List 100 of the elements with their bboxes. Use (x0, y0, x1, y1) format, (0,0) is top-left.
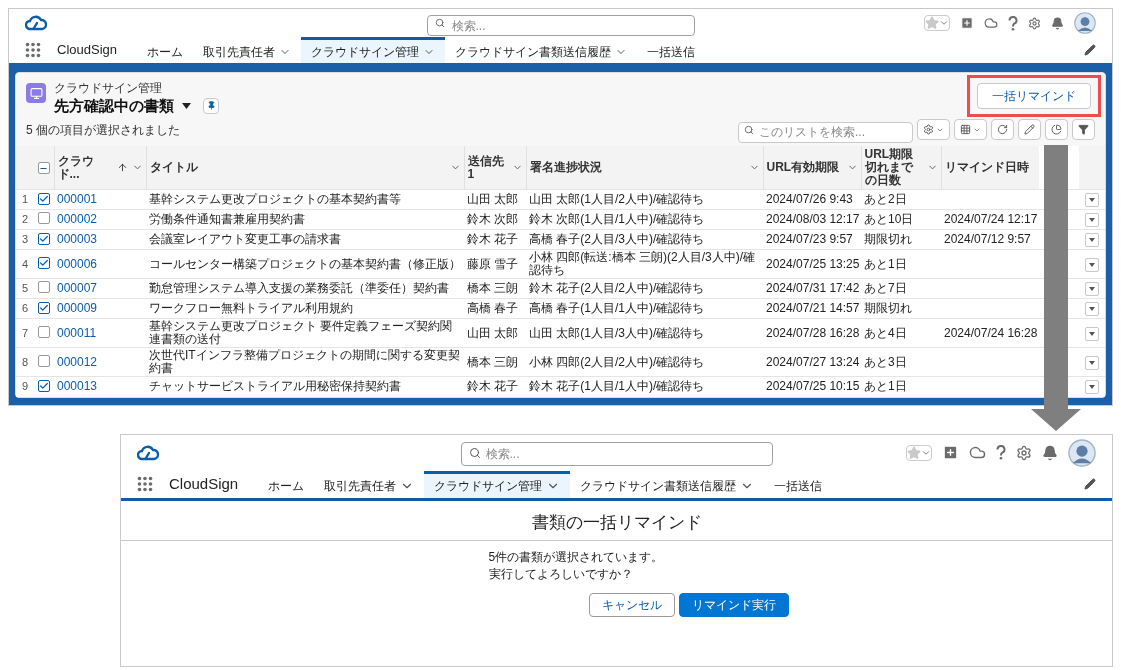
refresh-button[interactable] (991, 119, 1014, 140)
table-cell: 高橋 春子(2人目/3人中)/確認待ち (529, 232, 705, 246)
table-cell: 2024/07/26 9:43 (766, 192, 853, 206)
add-icon[interactable] (942, 444, 959, 461)
list-search-field[interactable]: このリストを検索... (738, 121, 913, 143)
record-link[interactable]: 000012 (57, 354, 98, 369)
table-cell: 橋本 三朗 (467, 281, 519, 295)
app-name: CloudSign (57, 41, 117, 60)
row-menu-button[interactable] (1085, 282, 1099, 296)
table-cell: あと4日 (864, 325, 907, 340)
checkbox[interactable] (38, 301, 50, 314)
nav-tab[interactable]: ホーム (137, 37, 193, 63)
help-icon[interactable] (996, 445, 1006, 460)
bell-icon[interactable] (1042, 444, 1058, 461)
settings-menu-button[interactable] (917, 119, 950, 140)
refresh-icon (997, 124, 1008, 135)
column-header[interactable]: リマインド日時 (941, 146, 1039, 190)
filter-button[interactable] (1072, 119, 1095, 140)
row-menu-button[interactable] (1085, 257, 1099, 272)
search-icon (744, 124, 754, 135)
nav-tab[interactable]: 取引先責任者 (314, 470, 425, 498)
nav-tab[interactable]: 一括送信 (637, 37, 705, 63)
list-title: 先方確認中の書類 (54, 96, 174, 115)
app-launcher-icon[interactable] (137, 476, 153, 492)
table-cell: チャットサービストライアル用秘密保持契約書 (149, 379, 401, 394)
search-field[interactable]: 検索... (426, 15, 695, 36)
nav-tab[interactable]: 取引先責任者 (193, 37, 301, 63)
column-header[interactable]: 署名進捗状況 (526, 146, 763, 190)
table-cell: 山田 太郎(1人目/3人中)/確認待ち (529, 325, 705, 340)
table-cell: 高橋 春子(1人目/1人中)/確認待ち (529, 301, 705, 315)
checkbox[interactable] (38, 192, 50, 205)
settings-icon (923, 124, 934, 135)
help-icon[interactable] (1008, 15, 1018, 31)
column-header[interactable]: URL期限切れまでの日数 (861, 146, 941, 190)
caret-icon (1089, 262, 1095, 267)
column-header[interactable]: タイトル (146, 146, 464, 190)
check-icon (39, 193, 49, 204)
check-icon (39, 258, 49, 268)
row-menu-button[interactable] (1085, 193, 1099, 207)
avatar[interactable] (1068, 438, 1096, 467)
nav-tab[interactable]: 一括送信 (764, 470, 833, 498)
cloud-logo-icon (137, 444, 159, 461)
row-menu-button[interactable] (1085, 380, 1099, 395)
record-link[interactable]: 000002 (57, 212, 98, 226)
select-all-checkbox[interactable] (37, 162, 50, 174)
chart-button[interactable] (1045, 119, 1068, 140)
record-link[interactable]: 000003 (57, 232, 98, 246)
search-field[interactable]: 検索... (460, 441, 773, 466)
row-menu-button[interactable] (1085, 326, 1099, 341)
edit-icon[interactable] (1084, 44, 1096, 56)
remind-button[interactable]: リマインド実行 (678, 592, 789, 617)
record-link[interactable]: 000006 (57, 256, 98, 271)
checkbox[interactable] (38, 379, 50, 392)
checkbox[interactable] (38, 354, 50, 367)
row-menu-button[interactable] (1085, 233, 1099, 247)
cloud-icon[interactable] (984, 16, 998, 30)
record-link[interactable]: 000009 (57, 301, 98, 315)
checkbox[interactable] (38, 325, 50, 338)
grid-icon (960, 124, 971, 135)
row-menu-button[interactable] (1085, 213, 1099, 227)
row-menu-button[interactable] (1085, 355, 1099, 370)
add-icon[interactable] (960, 16, 974, 30)
table-cell: 藤原 雪子 (467, 256, 519, 271)
table-cell: あと10日 (864, 212, 914, 226)
nav-tab[interactable]: クラウドサイン書類送信履歴 (445, 37, 637, 63)
nav-tab[interactable]: クラウドサイン書類送信履歴 (570, 470, 765, 498)
checkbox[interactable] (38, 281, 50, 293)
edit-icon[interactable] (1084, 478, 1096, 490)
checkbox[interactable] (38, 212, 50, 224)
caret-icon[interactable] (182, 102, 191, 109)
table-cell: 高橋 春子 (467, 301, 519, 315)
avatar[interactable] (1074, 12, 1096, 34)
edit-button[interactable] (1018, 119, 1041, 140)
nav-tab[interactable]: クラウドサイン管理 (424, 470, 571, 498)
bulk-remind-button[interactable]: 一括リマインド (977, 83, 1091, 109)
checkbox[interactable] (38, 257, 50, 269)
record-link[interactable]: 000001 (57, 192, 98, 206)
record-link[interactable]: 000007 (57, 281, 98, 295)
column-header[interactable]: 送信先1 (464, 146, 526, 190)
table-cell: 山田 太郎 (467, 325, 519, 340)
app-launcher-icon[interactable] (25, 42, 41, 58)
column-header[interactable]: URL有効期限 (763, 146, 861, 190)
nav-tab[interactable]: ホーム (258, 470, 315, 498)
pin-button[interactable] (203, 97, 219, 114)
checkbox[interactable] (38, 232, 50, 245)
settings-icon[interactable] (1028, 16, 1041, 30)
table-cell: 山田 太郎(1人目/2人中)/確認待ち (529, 192, 705, 206)
table-cell: 2024/07/25 13:25 (766, 256, 860, 271)
display-menu-button[interactable] (954, 119, 987, 140)
row-menu-button[interactable] (1085, 302, 1099, 316)
record-link[interactable]: 000011 (57, 325, 97, 340)
check-icon (39, 233, 49, 244)
check-icon (39, 302, 49, 313)
nav-tab[interactable]: クラウドサイン管理 (301, 37, 445, 63)
column-header[interactable]: クラウド... (54, 146, 146, 190)
settings-icon[interactable] (1016, 444, 1032, 461)
cloud-icon[interactable] (969, 444, 986, 461)
cancel-button[interactable]: キャンセル (588, 592, 675, 617)
bell-icon[interactable] (1051, 16, 1064, 30)
record-link[interactable]: 000013 (57, 379, 98, 394)
